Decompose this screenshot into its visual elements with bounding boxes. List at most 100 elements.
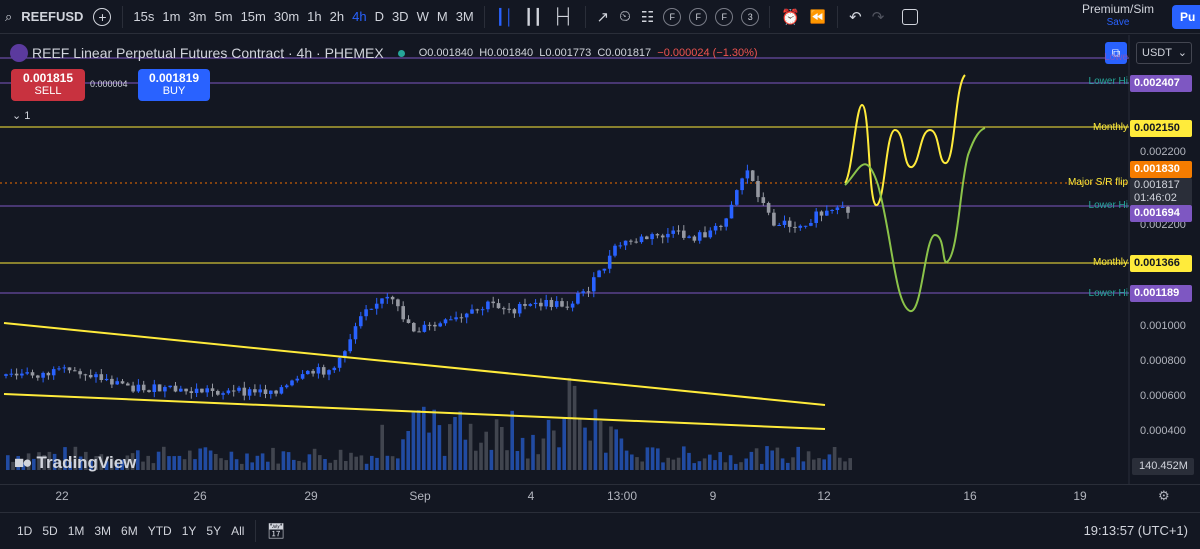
level-label-lower-hi-mid: Lower Hi [1088,200,1128,211]
candle [242,387,247,396]
time-label: Sep [409,489,431,503]
add-circle-icon: + [93,7,112,26]
range-5d[interactable]: 5D [37,524,62,538]
volume-bar [177,455,182,470]
timeframe-2h[interactable]: 2h [326,4,348,30]
candle [449,319,453,321]
volume-bar [396,458,400,470]
timeframe-4h[interactable]: 4h [348,4,370,30]
candle [676,230,681,232]
range-1m[interactable]: 1M [63,524,90,538]
candle [78,371,82,375]
time-axis[interactable]: 22 26 29 Sep 4 13:00 9 12 16 19 ⚙ [0,484,1200,506]
candle [401,306,405,320]
ohlc-bars-icon: ├┤ [552,8,574,25]
flag-button-1[interactable]: F [663,7,682,26]
volume-bar [624,450,629,470]
time-label: 4 [527,489,535,503]
candle [417,331,421,333]
timeframe-M[interactable]: M [433,4,452,30]
range-1d[interactable]: 1D [12,524,37,538]
volume-bar [214,454,218,470]
publish-button[interactable]: Pu [1172,5,1200,29]
indicator-collapse-toggle[interactable]: ⌄ 1 [12,109,30,122]
price-tag-monthly-top: 0.002150 [1130,120,1192,137]
candle [226,390,231,394]
clock[interactable]: 19:13:57 (UTC+1) [1084,523,1188,538]
volume-bar [609,426,613,470]
timeframe-W[interactable]: W [413,4,433,30]
compare-symbol-button[interactable]: + [88,4,116,30]
divider [769,5,771,28]
candles-style-button[interactable]: ┃┃ [519,4,547,30]
time-label: 13:00 [606,489,638,503]
volume-bar [323,459,327,470]
timeframe-3M[interactable]: 3M [452,4,478,30]
candle [179,388,183,392]
volume-bar [541,438,546,470]
redo-icon: ↷ [871,8,885,26]
ohlc-change: −0.000024 (−1.30%) [657,47,758,59]
range-6m[interactable]: 6M [116,524,143,538]
price-tag-monthly-low: 0.001366 [1130,255,1192,272]
axis-price: 0.000600 [1140,390,1186,402]
fullscreen-button[interactable] [897,4,923,30]
ohlc-close: C0.001817 [597,47,652,59]
range-3m[interactable]: 3M [89,524,116,538]
range-all[interactable]: All [226,524,249,538]
volume-bar [718,452,722,470]
volume-bar [380,424,384,470]
timeframe-15m[interactable]: 15m [237,4,270,30]
bars-style-button[interactable]: ┃│ [491,4,519,30]
volume-bar [666,457,670,470]
time-label: 12 [817,489,831,503]
candle [454,317,458,320]
redo-button[interactable]: ↷ [867,4,890,30]
date-range-icon[interactable]: 📅︎ [266,522,285,540]
volume-bar [390,456,395,470]
indicators-button[interactable]: ↗ [592,4,615,30]
currency-select[interactable]: USDT ⌄ [1136,42,1192,64]
candle [533,302,538,304]
alerts-button[interactable]: ⏲ [614,4,636,30]
timeframe-D[interactable]: D [371,4,388,30]
timeframe-1m[interactable]: 1m [158,4,184,30]
volume-bar [146,455,150,470]
range-1y[interactable]: 1Y [177,524,202,538]
range-5y[interactable]: 5Y [201,524,226,538]
volume-bar [848,458,852,470]
price-chart[interactable] [0,35,1200,484]
undo-button[interactable]: ↶ [844,4,867,30]
candle [618,245,623,247]
buy-button[interactable]: 0.001819 BUY [138,69,210,101]
indicator-count: 1 [24,110,31,122]
timeframe-3D[interactable]: 3D [388,4,413,30]
candle [708,230,713,238]
gear-icon[interactable]: ⚙ [1158,488,1170,504]
timeframe-1h[interactable]: 1h [303,4,325,30]
volume-bar [682,446,686,470]
volume-bar [749,451,754,470]
timeframe-30m[interactable]: 30m [270,4,303,30]
volume-bar [697,461,702,470]
volume-bar [640,461,644,470]
symbol-search[interactable]: ⌕ REEFUSD [0,4,88,30]
volume-bar [676,457,681,470]
flag-button-2[interactable]: F [689,7,708,26]
hollow-candles-button[interactable]: ├┤ [547,4,578,30]
range-ytd[interactable]: YTD [143,524,177,538]
timeframe-15s[interactable]: 15s [129,4,158,30]
flag-button-4[interactable]: 3 [741,7,760,26]
flag-button-3[interactable]: F [715,7,734,26]
alert-add-button[interactable]: ⏰ [776,4,805,30]
layout-button[interactable]: ☷ [636,4,659,30]
candle [126,383,130,386]
replay-button[interactable]: ⏪ [805,4,831,30]
chart-pane[interactable]: REEF Linear Perpetual Futures Contract ·… [0,35,1200,511]
timeframe-5m[interactable]: 5m [211,4,237,30]
candle [809,223,813,226]
timeframe-3m[interactable]: 3m [184,4,210,30]
sell-button[interactable]: 0.001815 SELL [11,69,85,101]
account-menu[interactable]: Premium/Sim Save [1082,2,1154,30]
axis-price: 0.001000 [1140,320,1186,332]
